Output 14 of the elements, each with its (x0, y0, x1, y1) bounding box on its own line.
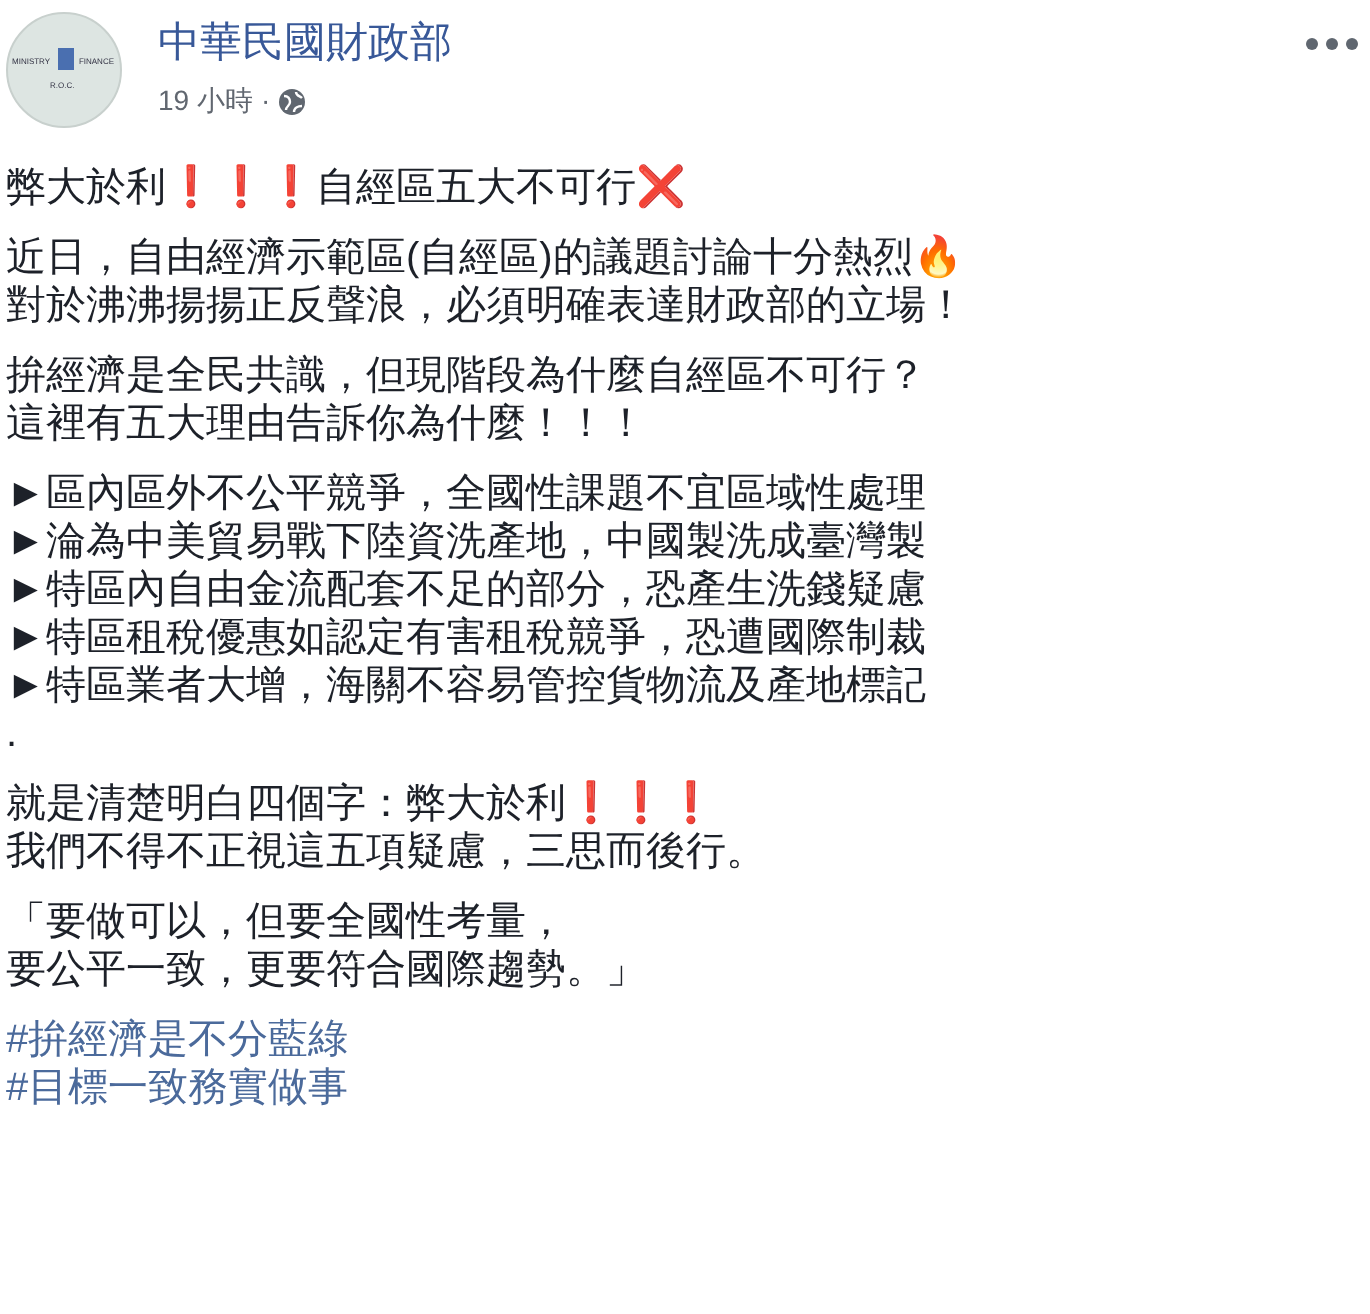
post-paragraph: 弊大於利❗❗❗自經區五大不可行❌ (6, 164, 688, 212)
separator: · (260, 82, 271, 120)
logo-icon (58, 48, 74, 70)
author-name[interactable]: 中華民國財政部 (158, 16, 452, 72)
hashtag-link[interactable]: #目標一致務實做事 (6, 1064, 349, 1112)
post-paragraph: 拚經濟是全民共識，但現階段為什麼自經區不可行？ 這裡有五大理由告訴你為什麼！！！ (6, 352, 928, 448)
post-paragraph: 就是清楚明白四個字：弊大於利❗❗❗ 我們不得不正視這五項疑慮，三思而後行。 (6, 780, 768, 876)
post-paragraph: ►區內區外不公平競爭，全國性課題不宜區域性處理 ►淪為中美貿易戰下陸資洗產地，中國製洗成臺灣製 ►特區內自由金流配套不足的部分，恐產生洗錢疑慮 ►特區租稅優惠如認定有害租稅競爭，恐遭國際制裁 ►特區業者大增，海關不容易管控貨物流及產地標記 . (6, 470, 928, 758)
post-paragraph: 近日，自由經濟示範區(自經區)的議題討論十分熱烈🔥 對於沸沸揚揚正反聲浪，必須明確表達財政部的立場！ (6, 234, 968, 330)
post-time[interactable]: 19 小時 (158, 80, 253, 122)
hashtag-link[interactable]: #拚經濟是不分藍綠 (6, 1016, 349, 1064)
globe-icon (278, 87, 307, 115)
post-paragraph: 「要做可以，但要全國性考量， 要公平一致，更要符合國際趨勢。」 (6, 898, 648, 994)
more-icon[interactable] (1304, 36, 1360, 52)
